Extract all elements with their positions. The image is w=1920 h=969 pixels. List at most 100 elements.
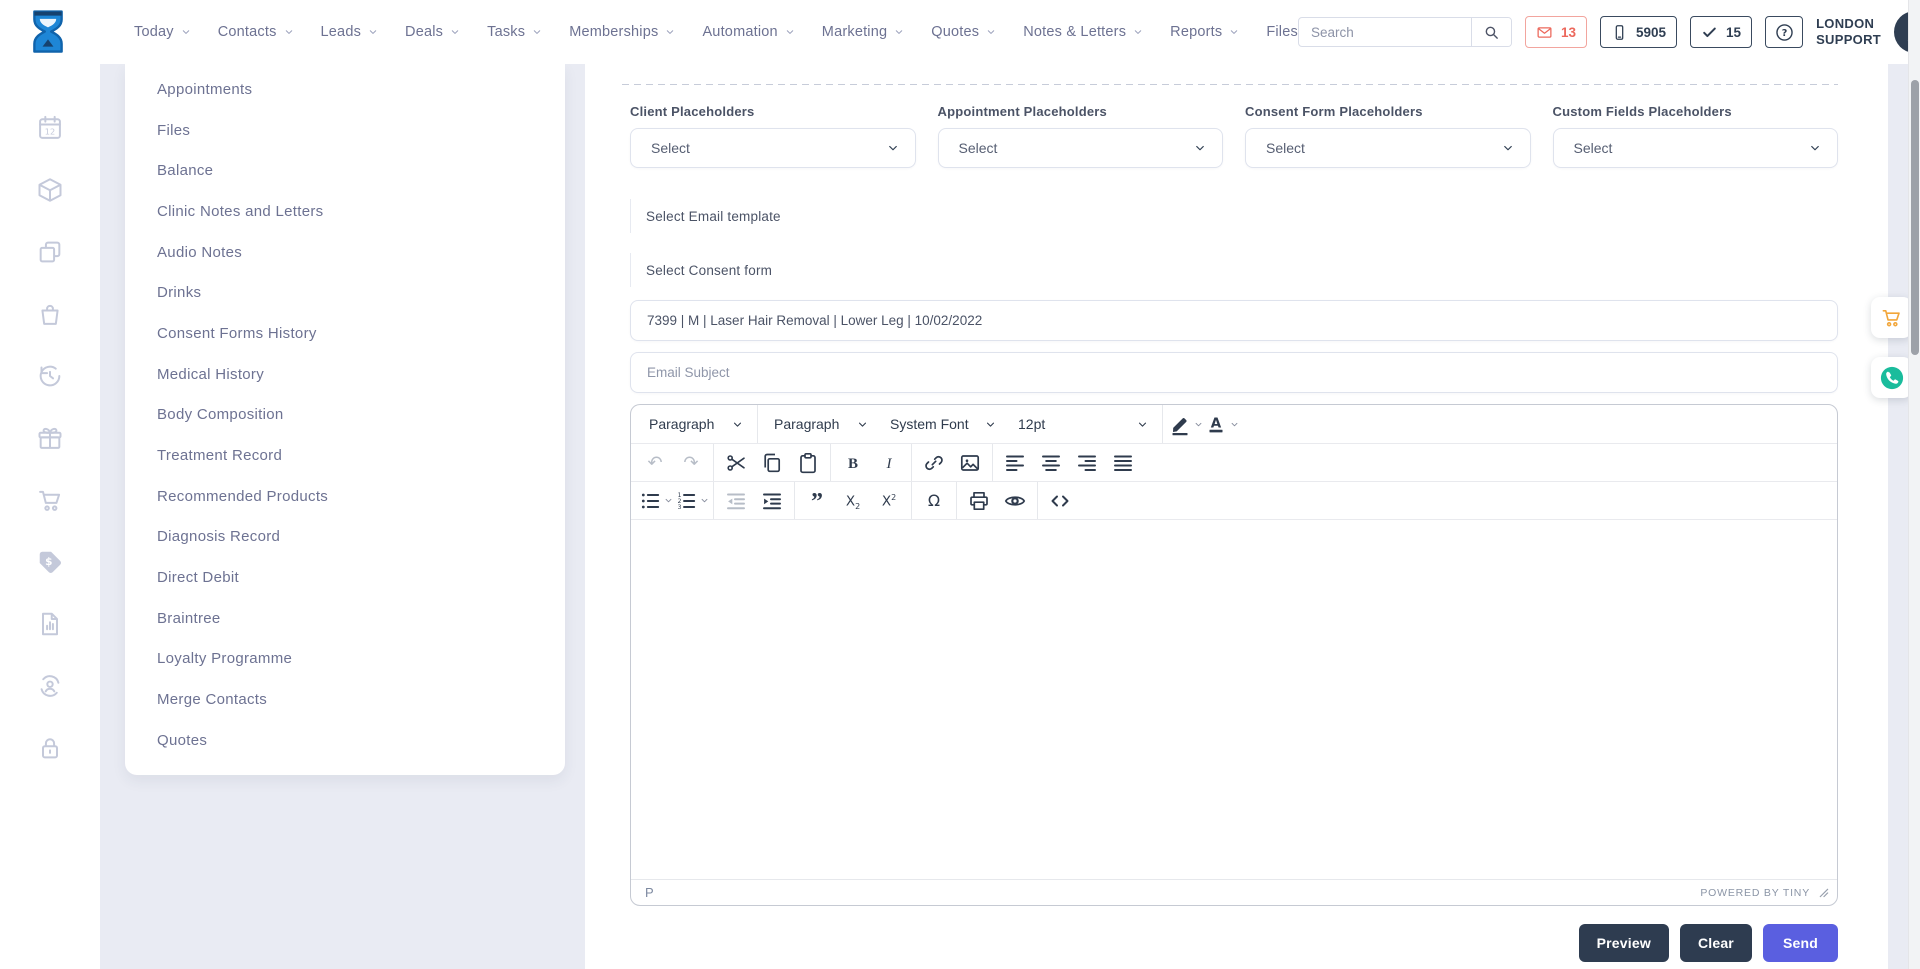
sidebar-item-recommended-products[interactable]: Recommended Products (125, 476, 565, 517)
editor-select-label: Paragraph (774, 416, 839, 432)
navbar-right: 13 5905 15 LONDON SUPPORT (1298, 11, 1920, 53)
editor-select-1[interactable]: Paragraph (764, 409, 876, 439)
sidebar-item-quotes[interactable]: Quotes (125, 720, 565, 761)
sidebar-item-clinic-notes-and-letters[interactable]: Clinic Notes and Letters (125, 191, 565, 232)
blockquote-icon (805, 489, 829, 513)
rail-lock-icon[interactable] (36, 734, 64, 762)
rail-package-icon[interactable] (36, 176, 64, 204)
placeholder-select[interactable]: Select (1245, 128, 1531, 168)
editor-indent-button[interactable] (754, 484, 790, 518)
rail-stack-icon[interactable] (36, 238, 64, 266)
sidebar-item-diagnosis-record[interactable]: Diagnosis Record (125, 517, 565, 558)
search-input[interactable] (1299, 18, 1471, 46)
editor-select-3[interactable]: 12pt (1008, 409, 1156, 439)
select-email-template[interactable]: Select Email template (630, 199, 781, 233)
sidebar-item-direct-debit[interactable]: Direct Debit (125, 557, 565, 598)
phone-floating-button[interactable] (1871, 357, 1912, 398)
scrollbar-thumb[interactable] (1911, 80, 1919, 355)
clear-button[interactable]: Clear (1680, 924, 1752, 962)
rail-user-sync-icon[interactable] (36, 672, 64, 700)
nav-item-automation[interactable]: Automation (702, 24, 794, 40)
editor-content-area[interactable] (631, 520, 1837, 879)
email-subject-input[interactable] (630, 352, 1838, 393)
editor-align-center-button[interactable] (1033, 446, 1069, 480)
editor-align-left-button[interactable] (997, 446, 1033, 480)
editor-bold-button[interactable] (835, 446, 871, 480)
sidebar-item-appointments[interactable]: Appointments (125, 69, 565, 110)
sidebar-item-braintree[interactable]: Braintree (125, 598, 565, 639)
account-name-line1: LONDON (1816, 16, 1881, 32)
editor-ordered-list-button[interactable] (673, 484, 709, 518)
editor-image-button[interactable] (952, 446, 988, 480)
placeholder-select[interactable]: Select (630, 128, 916, 168)
resize-grip-icon[interactable] (1818, 887, 1829, 898)
select-consent-form[interactable]: Select Consent form (630, 253, 772, 287)
sidebar-item-audio-notes[interactable]: Audio Notes (125, 232, 565, 273)
sidebar-item-body-composition[interactable]: Body Composition (125, 395, 565, 436)
rail-calendar-icon[interactable] (36, 114, 64, 142)
nav-item-marketing[interactable]: Marketing (822, 24, 904, 40)
rail-bag-icon[interactable] (36, 300, 64, 328)
nav-item-today[interactable]: Today (134, 24, 191, 40)
mail-notifications-badge[interactable]: 13 (1525, 16, 1587, 48)
nav-item-deals[interactable]: Deals (405, 24, 460, 40)
sidebar-item-merge-contacts[interactable]: Merge Contacts (125, 679, 565, 720)
editor-link-button[interactable] (916, 446, 952, 480)
nav-item-reports[interactable]: Reports (1170, 24, 1239, 40)
toolbar-separator (911, 482, 912, 519)
editor-print-button[interactable] (961, 484, 997, 518)
preview-button[interactable]: Preview (1579, 924, 1669, 962)
check-icon (1701, 24, 1718, 41)
sidebar-item-treatment-record[interactable]: Treatment Record (125, 435, 565, 476)
rich-text-editor: ParagraphParagraphSystem Font12pt P POWE… (630, 404, 1838, 906)
page-scrollbar[interactable] (1908, 0, 1920, 969)
toolbar-separator (992, 444, 993, 481)
editor-cut-button[interactable] (718, 446, 754, 480)
editor-blockquote-button[interactable] (799, 484, 835, 518)
search-button[interactable] (1471, 18, 1511, 46)
rail-cart-icon[interactable] (36, 486, 64, 514)
editor-subscript-button[interactable] (835, 484, 871, 518)
sidebar-item-balance[interactable]: Balance (125, 150, 565, 191)
nav-item-memberships[interactable]: Memberships (569, 24, 675, 40)
sidebar-item-drinks[interactable]: Drinks (125, 272, 565, 313)
editor-special-character-button[interactable] (916, 484, 952, 518)
rail-report-icon[interactable] (36, 610, 64, 638)
editor-select-2[interactable]: System Font (880, 409, 1004, 439)
tasks-badge[interactable]: 15 (1690, 16, 1752, 48)
nav-item-notes-letters[interactable]: Notes & Letters (1023, 24, 1143, 40)
placeholder-select[interactable]: Select (938, 128, 1224, 168)
sidebar-item-consent-forms-history[interactable]: Consent Forms History (125, 313, 565, 354)
sidebar-item-files[interactable]: Files (125, 110, 565, 151)
editor-preview-button[interactable] (997, 484, 1033, 518)
sidebar-item-medical-history[interactable]: Medical History (125, 354, 565, 395)
editor-source-code-button[interactable] (1042, 484, 1078, 518)
editor-align-right-button[interactable] (1069, 446, 1105, 480)
sidebar-item-loyalty-programme[interactable]: Loyalty Programme (125, 639, 565, 680)
editor-select-0[interactable]: Paragraph (639, 409, 751, 439)
editor-paste-button[interactable] (790, 446, 826, 480)
rail-price-tag-icon[interactable] (36, 548, 64, 576)
help-button[interactable] (1765, 16, 1803, 48)
reference-subject-input[interactable] (630, 300, 1838, 341)
nav-item-tasks[interactable]: Tasks (487, 24, 542, 40)
editor-highlight-button[interactable] (1167, 407, 1203, 441)
nav-item-contacts[interactable]: Contacts (218, 24, 294, 40)
send-button[interactable]: Send (1763, 924, 1838, 962)
editor-forecolor-button[interactable] (1203, 407, 1239, 441)
nav-item-files[interactable]: Files (1266, 24, 1298, 40)
editor-align-justify-button[interactable] (1105, 446, 1141, 480)
rail-gift-icon[interactable] (36, 424, 64, 452)
placeholder-select[interactable]: Select (1553, 128, 1839, 168)
app-logo-icon[interactable] (28, 9, 68, 56)
nav-item-leads[interactable]: Leads (321, 24, 379, 40)
nav-item-quotes[interactable]: Quotes (931, 24, 996, 40)
sms-notifications-badge[interactable]: 5905 (1600, 16, 1677, 48)
editor-italic-button[interactable] (871, 446, 907, 480)
rail-history-icon[interactable] (36, 362, 64, 390)
editor-unordered-list-button[interactable] (637, 484, 673, 518)
cart-floating-button[interactable] (1871, 297, 1912, 338)
editor-superscript-button[interactable] (871, 484, 907, 518)
italic-icon (877, 451, 901, 475)
editor-copy-button[interactable] (754, 446, 790, 480)
